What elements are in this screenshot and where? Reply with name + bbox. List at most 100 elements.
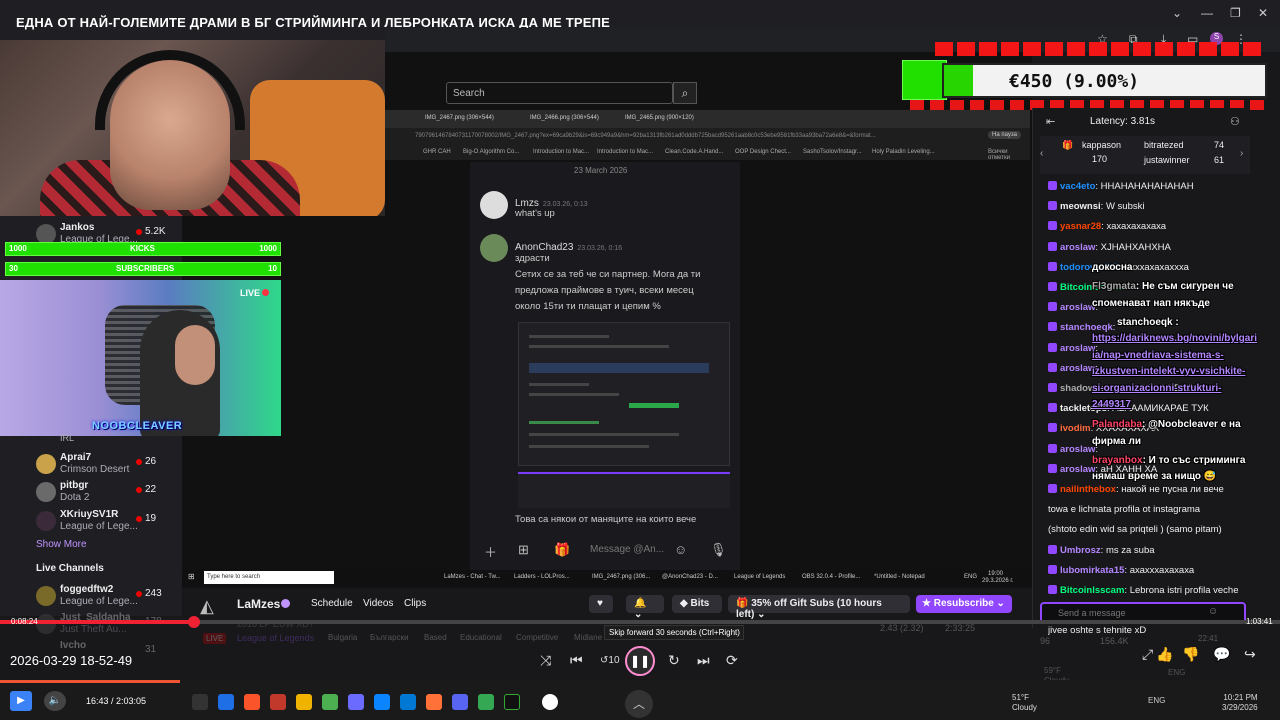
pause-button[interactable]: ❚❚: [625, 646, 655, 676]
tab-img-2467[interactable]: IMG_2467.png (306×544): [425, 115, 494, 121]
taskbar-app[interactable]: @AnonChad23 - D...: [662, 574, 718, 580]
shuffle-icon[interactable]: ⤨: [540, 652, 551, 669]
chat-username[interactable]: nailinthebox: [1060, 484, 1116, 495]
taskbar-search[interactable]: Type here to search: [204, 571, 334, 584]
minimize-icon[interactable]: —: [1201, 6, 1213, 20]
obs-icon[interactable]: [542, 694, 558, 710]
resubscribe-button[interactable]: ★ Resubscribe ⌄: [916, 595, 1012, 613]
collapse-chat-icon[interactable]: ⇤: [1046, 115, 1055, 128]
overlay-link[interactable]: ia/nap-vnedriava-sistema-s-: [1092, 350, 1224, 361]
channel-logo-icon[interactable]: ◭: [200, 596, 224, 620]
chat-username[interactable]: meownsi: [1060, 201, 1101, 212]
search-icon[interactable]: ⌕: [673, 82, 697, 104]
game-link[interactable]: League of Legends: [237, 633, 314, 643]
tag[interactable]: Competitive: [516, 633, 558, 642]
chat-username[interactable]: Bitcoinlsscam: [1060, 585, 1124, 596]
tab-img-2465[interactable]: IMG_2465.png (900×120): [625, 115, 694, 121]
tag[interactable]: Educational: [460, 633, 502, 642]
chevron-right-icon[interactable]: ›: [1240, 148, 1243, 159]
share-icon[interactable]: ↪: [1244, 646, 1256, 663]
volume-icon[interactable]: 🔈: [44, 691, 66, 711]
taskbar-lang[interactable]: ENG: [964, 574, 977, 580]
skip-forward-icon[interactable]: ↻: [668, 652, 680, 669]
mic-icon[interactable]: 🎙: [710, 542, 727, 558]
close-icon[interactable]: ✕: [1258, 6, 1268, 20]
media-icon[interactable]: [270, 694, 286, 710]
fullscreen-icon[interactable]: ⤢: [1142, 646, 1153, 663]
tag[interactable]: Midlane: [574, 633, 602, 642]
bookmark[interactable]: Introduction to Mac...: [533, 149, 589, 155]
sidebar-channel[interactable]: XKriuySV1R League of Lege... 19: [0, 507, 182, 535]
chat-username[interactable]: ivodim: [1060, 423, 1091, 434]
overlay-link[interactable]: izkustven-intelekt-vyv-vsichkite-: [1092, 366, 1245, 377]
chat-username[interactable]: stanchoeqk: [1060, 322, 1113, 333]
tag[interactable]: Based: [424, 633, 447, 642]
bookmark[interactable]: SashoTsolov/Instagr...: [803, 149, 862, 155]
chat-username[interactable]: Umbrosz: [1060, 545, 1101, 556]
taskview-icon[interactable]: [192, 694, 208, 710]
repeat-icon[interactable]: ⟳: [726, 652, 738, 669]
skip-back-button[interactable]: ↺10: [600, 655, 620, 666]
plus-icon[interactable]: ＋: [484, 542, 497, 561]
channel-name[interactable]: LaMzes: [237, 597, 280, 611]
notification-bell-icon[interactable]: 🔔 ⌄: [626, 595, 664, 620]
explorer-icon[interactable]: [296, 694, 312, 710]
tab-schedule[interactable]: Schedule: [311, 598, 353, 609]
bits-button[interactable]: ◆ Bits: [672, 595, 722, 613]
previous-icon[interactable]: ⏮: [570, 652, 583, 669]
tab-clips[interactable]: Clips: [404, 598, 426, 609]
minecraft-icon[interactable]: [322, 694, 338, 710]
chat-username[interactable]: aroslaw: [1060, 363, 1095, 374]
chevron-left-icon[interactable]: ‹: [1040, 148, 1043, 159]
tab-videos[interactable]: Videos: [363, 598, 393, 609]
chevron-down-icon[interactable]: ⌄: [1172, 6, 1182, 20]
apps-icon[interactable]: ⊞: [518, 542, 529, 558]
taskbar-clock[interactable]: 10:21 PM 3/29/2026: [1222, 693, 1258, 713]
discord-icon[interactable]: [452, 694, 468, 710]
brave-icon[interactable]: [244, 694, 260, 710]
bookmark[interactable]: Introduction to Mac...: [597, 149, 653, 155]
tag[interactable]: Български: [370, 633, 409, 642]
chat-username[interactable]: aroslaw: [1060, 302, 1095, 313]
emote-icon[interactable]: ☺: [1208, 606, 1218, 617]
weather-widget[interactable]: 51°F Cloudy: [1012, 693, 1037, 713]
message-input[interactable]: Message @An...: [590, 544, 664, 555]
taskbar-app[interactable]: League of Legends: [734, 574, 785, 580]
edge-icon[interactable]: [218, 694, 234, 710]
dislike-icon[interactable]: 👎: [1182, 646, 1199, 663]
chat-username[interactable]: aroslaw: [1060, 464, 1095, 475]
bookmark[interactable]: Holy Paladin Leveling...: [872, 149, 935, 155]
search-input[interactable]: Search: [446, 82, 673, 104]
tray-lang[interactable]: ENG: [1148, 696, 1165, 705]
firefox-icon[interactable]: [426, 694, 442, 710]
taskbar-app[interactable]: *Untitled - Notepad: [874, 574, 925, 580]
gift-subs-button[interactable]: 🎁 35% off Gift Subs (10 hours left) ⌄: [728, 595, 910, 620]
show-more-link[interactable]: Show More: [36, 539, 87, 550]
restore-icon[interactable]: ❐: [1230, 6, 1241, 20]
windows-icon[interactable]: ⊞: [188, 572, 195, 581]
chevron-up-icon[interactable]: ︿: [625, 690, 653, 718]
sidebar-channel[interactable]: pitbgr Dota 2 22: [0, 478, 182, 506]
taskbar-app[interactable]: IMG_2467.png (306...: [592, 574, 650, 580]
chat-username[interactable]: yasnar28: [1060, 221, 1101, 232]
chat-username[interactable]: aroslaw: [1060, 242, 1095, 253]
overlay-link[interactable]: si-organizacionni-strukturi-: [1092, 383, 1221, 394]
copilot-icon[interactable]: [348, 694, 364, 710]
chrome-icon[interactable]: [478, 694, 494, 710]
pause-badge[interactable]: На пауза: [988, 131, 1021, 139]
follow-heart-icon[interactable]: ♥: [589, 595, 613, 613]
bookmark[interactable]: Всички отметки: [988, 149, 1030, 161]
bookmark[interactable]: GHR CAH: [423, 149, 451, 155]
image-viewer-url[interactable]: 7907961467840731170078002/IMG_2467.png?e…: [385, 128, 1030, 144]
chat-username[interactable]: aroslaw: [1060, 343, 1095, 354]
play-icon[interactable]: ▶: [10, 691, 32, 711]
terminal-icon[interactable]: [504, 694, 520, 710]
tag[interactable]: Bulgaria: [328, 633, 357, 642]
overlay-link[interactable]: 2449317: [1092, 399, 1131, 410]
like-icon[interactable]: 👍: [1156, 646, 1173, 663]
sidebar-channel[interactable]: foggedftw2 League of Lege... 243: [0, 582, 182, 610]
tab-img-2466[interactable]: IMG_2466.png (306×544): [530, 115, 599, 121]
overlay-link[interactable]: https://dariknews.bg/novini/bylgari: [1092, 333, 1257, 344]
taskbar-app[interactable]: Ladders - LOLPros...: [514, 574, 570, 580]
bookmark[interactable]: OOP Design Chect...: [735, 149, 791, 155]
